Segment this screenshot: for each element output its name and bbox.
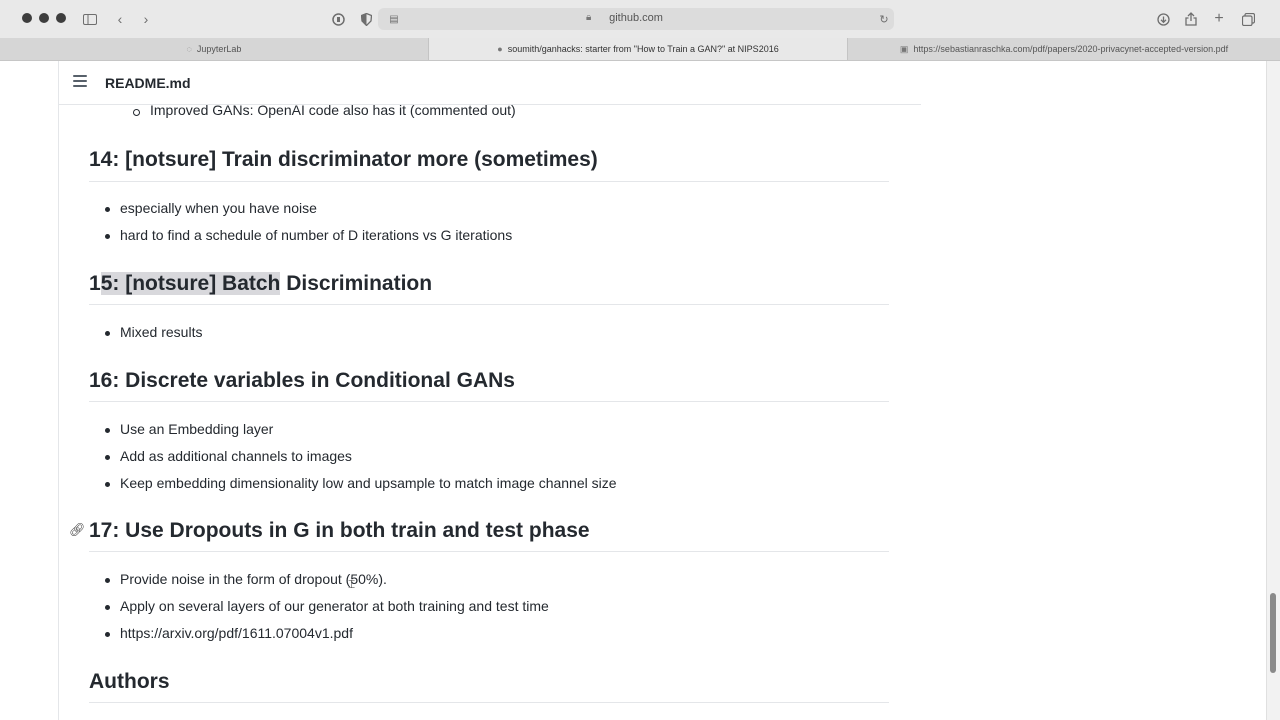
list-item: Provide noise in the form of dropout (50… bbox=[120, 571, 387, 587]
section-heading-15: 15: [notsure] Batch Discrimination bbox=[89, 272, 432, 296]
list-item: especially when you have noise bbox=[120, 200, 317, 216]
list-item: Use an Embedding layer bbox=[120, 421, 274, 437]
heading-divider bbox=[89, 304, 889, 305]
tab-pdf[interactable]: ▣ https://sebastianraschka.com/pdf/paper… bbox=[848, 38, 1280, 60]
url-text: github.com bbox=[609, 12, 663, 24]
tab-label: soumith/ganhacks: starter from "How to T… bbox=[507, 44, 779, 54]
section-heading-authors: Authors bbox=[89, 670, 170, 693]
heading-divider bbox=[89, 702, 889, 703]
heading-suffix: Discrimination bbox=[280, 272, 433, 295]
bullet bbox=[105, 605, 110, 610]
scrollbar-thumb[interactable] bbox=[1270, 593, 1276, 673]
document-icon: ▣ bbox=[899, 43, 909, 54]
readme-title: README.md bbox=[105, 75, 191, 91]
privacy-report-icon[interactable] bbox=[328, 9, 348, 29]
outline-list-icon[interactable] bbox=[73, 75, 87, 90]
bullet bbox=[105, 455, 110, 460]
address-bar[interactable]: ▤ 🔒︎ github.com ↻ bbox=[378, 8, 894, 30]
tab-bar: ◌ JupyterLab ● soumith/ganhacks: starter… bbox=[0, 38, 1280, 61]
spinner-icon: ◌ bbox=[186, 44, 192, 54]
close-window-button[interactable] bbox=[22, 13, 32, 23]
sub-bullet bbox=[133, 109, 140, 116]
bullet bbox=[105, 207, 110, 212]
page-scrollbar[interactable] bbox=[1266, 61, 1280, 720]
tab-jupyterlab[interactable]: ◌ JupyterLab bbox=[0, 38, 429, 60]
forward-icon[interactable]: › bbox=[136, 9, 156, 29]
tab-label: https://sebastianraschka.com/pdf/papers/… bbox=[913, 44, 1229, 54]
downloads-icon[interactable] bbox=[1153, 9, 1173, 29]
text-cursor-icon: ⌶ bbox=[348, 577, 356, 591]
tab-label: JupyterLab bbox=[196, 44, 242, 54]
sidebar-toggle-icon[interactable] bbox=[80, 9, 100, 29]
reload-icon[interactable]: ↻ bbox=[874, 9, 894, 29]
share-icon[interactable] bbox=[1181, 9, 1201, 29]
list-item: Improved GANs: OpenAI code also has it (… bbox=[150, 102, 516, 118]
bullet bbox=[105, 578, 110, 583]
heading-prefix: 1 bbox=[89, 272, 101, 295]
github-icon: ● bbox=[497, 44, 503, 54]
page-content: README.md Improved GANs: OpenAI code als… bbox=[0, 61, 1280, 720]
tab-overview-icon[interactable] bbox=[1238, 9, 1258, 29]
bullet bbox=[105, 331, 110, 336]
tab-ganhacks[interactable]: ● soumith/ganhacks: starter from "How to… bbox=[429, 38, 848, 60]
link-icon[interactable]: 🔗︎ bbox=[69, 522, 86, 538]
list-item: Apply on several layers of our generator… bbox=[120, 598, 549, 614]
new-tab-icon[interactable]: + bbox=[1209, 9, 1229, 29]
section-heading-16: 16: Discrete variables in Conditional GA… bbox=[89, 369, 515, 392]
bullet bbox=[105, 234, 110, 239]
back-icon[interactable]: ‹ bbox=[110, 9, 130, 29]
shield-icon[interactable] bbox=[356, 9, 376, 29]
bullet bbox=[105, 632, 110, 637]
list-item: Add as additional channels to images bbox=[120, 448, 352, 464]
arxiv-link[interactable]: https://arxiv.org/pdf/1611.07004v1.pdf bbox=[120, 625, 353, 641]
zoom-window-button[interactable] bbox=[56, 13, 66, 23]
heading-divider bbox=[89, 401, 889, 402]
heading-divider bbox=[89, 181, 889, 182]
right-sidebar bbox=[921, 61, 1266, 720]
section-heading-17: 17: Use Dropouts in G in both train and … bbox=[89, 519, 590, 542]
browser-titlebar: ‹ › ▤ 🔒︎ github.com ↻ + bbox=[0, 0, 1280, 39]
bullet bbox=[105, 428, 110, 433]
list-item: hard to find a schedule of number of D i… bbox=[120, 227, 513, 243]
section-heading-14: 14: [notsure] Train discriminator more (… bbox=[89, 148, 598, 171]
heading-divider bbox=[89, 551, 889, 552]
minimize-window-button[interactable] bbox=[39, 13, 49, 23]
bullet bbox=[105, 482, 110, 487]
readme-panel: README.md Improved GANs: OpenAI code als… bbox=[58, 61, 922, 720]
list-item: Keep embedding dimensionality low and up… bbox=[120, 475, 617, 491]
readme-header: README.md bbox=[59, 61, 921, 105]
list-item: Mixed results bbox=[120, 324, 203, 340]
selected-text: 5: [notsure] Batch bbox=[100, 272, 281, 295]
